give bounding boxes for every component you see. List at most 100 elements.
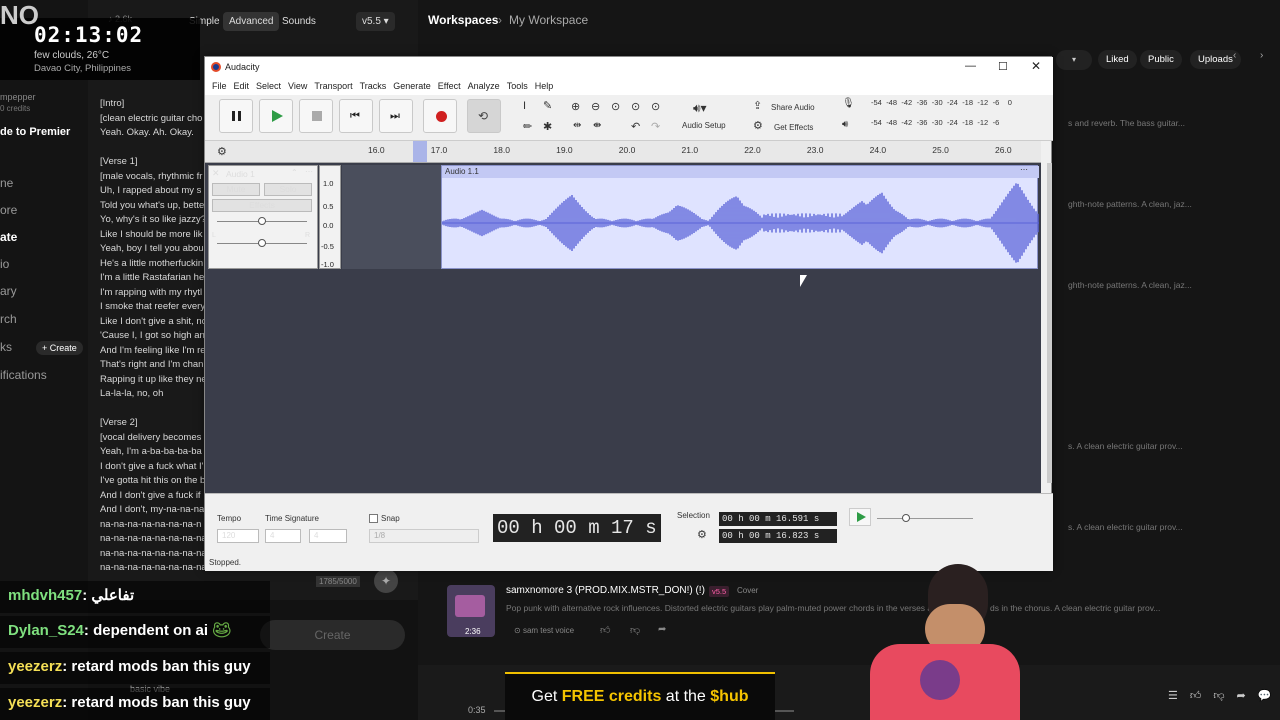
filter-public[interactable]: Public: [1140, 50, 1182, 69]
mute-button[interactable]: Mute: [212, 183, 260, 196]
selection-end[interactable]: 00 h 00 m 16.823 s: [719, 529, 837, 543]
trim-icon[interactable]: ⇹: [573, 120, 581, 131]
nav-hooks[interactable]: ks: [0, 340, 12, 354]
meter-tick: -30: [931, 118, 943, 127]
like-icon[interactable]: 👍︎: [600, 624, 610, 636]
maximize-icon[interactable]: ☐: [998, 60, 1008, 73]
play-button[interactable]: [259, 99, 293, 133]
tab-advanced[interactable]: Advanced: [223, 12, 280, 31]
version-select[interactable]: v5.5 ▾: [356, 12, 395, 31]
playback-speed-handle[interactable]: [902, 514, 910, 522]
upgrade-button[interactable]: de to Premier: [0, 126, 70, 138]
stop-button[interactable]: [299, 99, 333, 133]
menu-tools[interactable]: Tools: [507, 79, 528, 93]
selection-start[interactable]: 00 h 00 m 16.591 s: [719, 512, 837, 526]
menu-edit[interactable]: Edit: [234, 79, 250, 93]
pause-button[interactable]: [219, 99, 253, 133]
create-small-button[interactable]: + Create: [36, 341, 83, 355]
track-area[interactable]: ✕ Audio 1 ⌃ ⋯ Mute Solo Effects L R 1.0 …: [205, 163, 1041, 493]
filter-liked[interactable]: Liked: [1098, 50, 1137, 69]
audio-clip[interactable]: Audio 1.1 ⋯: [441, 165, 1039, 269]
zoom-in-icon[interactable]: ⊕: [571, 100, 580, 113]
zoom-fit-icon[interactable]: ⊙: [631, 100, 640, 113]
pan-slider-handle[interactable]: [258, 239, 266, 247]
minimize-icon[interactable]: —: [965, 60, 976, 72]
gain-slider-handle[interactable]: [258, 217, 266, 225]
clip-header[interactable]: Audio 1.1 ⋯: [442, 165, 1039, 178]
zoom-toggle-icon[interactable]: ⊙: [651, 100, 660, 113]
menu-effect[interactable]: Effect: [438, 79, 461, 93]
track-name[interactable]: Audio 1: [226, 169, 255, 179]
track-close-icon[interactable]: ✕: [212, 168, 220, 179]
menu-generate[interactable]: Generate: [393, 79, 431, 93]
track-menu-icon[interactable]: ⋯: [305, 167, 313, 176]
player-icons[interactable]: ☰👍︎👎︎➦💬➦: [1168, 689, 1280, 702]
skip-end-button[interactable]: ⏭: [379, 99, 413, 133]
multi-tool-icon[interactable]: ✱: [543, 120, 552, 133]
track-collapse-icon[interactable]: ⌃: [291, 168, 298, 177]
nav-home[interactable]: ne: [0, 176, 13, 190]
sort-dropdown[interactable]: ▾: [1056, 50, 1092, 70]
nav-create[interactable]: ate: [0, 230, 17, 244]
snap-select[interactable]: 1/8: [369, 529, 479, 543]
vertical-scale[interactable]: 1.0 0.5 0.0 -0.5 -1.0: [319, 165, 341, 269]
record-button[interactable]: [423, 99, 457, 133]
nav-search[interactable]: rch: [0, 312, 17, 326]
skip-start-button[interactable]: ⏮: [339, 99, 373, 133]
timeline-ruler[interactable]: ⚙ 16.0 17.0 18.0 19.0 20.0 21.0 22.0 23.0 24.0 25…: [205, 141, 1041, 163]
tempo-input[interactable]: 120: [217, 529, 259, 543]
solo-button[interactable]: Solo: [264, 183, 312, 196]
clip-menu-icon[interactable]: ⋯: [1020, 165, 1028, 174]
nav-notifications[interactable]: ifications: [0, 368, 47, 382]
lyrics-action-button[interactable]: ✦: [374, 569, 398, 593]
menu-analyze[interactable]: Analyze: [468, 79, 500, 93]
time-sig-denominator[interactable]: 4: [309, 529, 347, 543]
nav-library[interactable]: ary: [0, 284, 17, 298]
nav-studio[interactable]: io: [0, 257, 9, 271]
breadcrumb-root[interactable]: Workspaces: [428, 13, 498, 27]
audio-setup-button[interactable]: Audio Setup: [682, 121, 726, 130]
draw-tool-icon[interactable]: ✏: [523, 120, 532, 133]
vertical-scrollbar[interactable]: [1047, 163, 1052, 483]
menu-view[interactable]: View: [288, 79, 307, 93]
nav-explore[interactable]: ore: [0, 203, 17, 217]
timeline-settings-icon[interactable]: ⚙: [217, 145, 227, 158]
time-display[interactable]: 00 h 00 m 17 s: [493, 514, 661, 542]
menu-transport[interactable]: Transport: [314, 79, 352, 93]
silence-icon[interactable]: ⇼: [593, 120, 601, 131]
song-voice[interactable]: ⊙ sam test voice: [514, 626, 574, 635]
menu-tracks[interactable]: Tracks: [360, 79, 387, 93]
play-at-speed-button[interactable]: [849, 508, 871, 526]
share-audio-button[interactable]: Share Audio: [771, 103, 815, 112]
playback-meter[interactable]: -54 -48 -42 -36 -30 -24 -18 -12 -6: [871, 117, 1031, 132]
effects-button[interactable]: Effects: [212, 199, 312, 212]
song-title[interactable]: samxnomore 3 (PROD.MIX.MSTR_DON!) (!): [506, 585, 705, 596]
close-icon[interactable]: ✕: [1031, 59, 1041, 73]
tab-sounds[interactable]: Sounds: [276, 12, 322, 31]
loop-button[interactable]: ⟲: [467, 99, 501, 133]
record-meter[interactable]: -54 -48 -42 -36 -30 -24 -18 -12 -6 0: [871, 97, 1031, 112]
get-effects-button[interactable]: Get Effects: [774, 123, 813, 132]
undo-icon[interactable]: ↶: [631, 120, 640, 133]
filter-scroll-left-icon[interactable]: ‹: [1233, 50, 1236, 61]
redo-icon[interactable]: ↷: [651, 120, 660, 133]
song-cover[interactable]: 2:36: [447, 585, 495, 637]
create-button[interactable]: Create: [260, 620, 405, 650]
share-icon[interactable]: ➦: [658, 624, 666, 635]
playback-speed-slider[interactable]: [877, 518, 973, 519]
row-desc-4: s. A clean electric guitar prov...: [1068, 441, 1183, 451]
selection-settings-icon[interactable]: ⚙: [697, 528, 707, 541]
dislike-icon[interactable]: 👎︎: [630, 624, 640, 636]
time-sig-numerator[interactable]: 4: [265, 529, 301, 543]
filter-scroll-right-icon[interactable]: ›: [1260, 50, 1263, 61]
snap-checkbox[interactable]: [369, 514, 378, 523]
zoom-out-icon[interactable]: ⊖: [591, 100, 600, 113]
menu-help[interactable]: Help: [535, 79, 554, 93]
envelope-tool-icon[interactable]: ✎: [543, 99, 552, 112]
menu-select[interactable]: Select: [256, 79, 281, 93]
zoom-selection-icon[interactable]: ⊙: [611, 100, 620, 113]
select-tool-icon[interactable]: I: [523, 100, 526, 112]
empty-track-region[interactable]: [342, 165, 441, 269]
menu-file[interactable]: File: [212, 79, 227, 93]
breadcrumb-current[interactable]: My Workspace: [509, 13, 588, 27]
